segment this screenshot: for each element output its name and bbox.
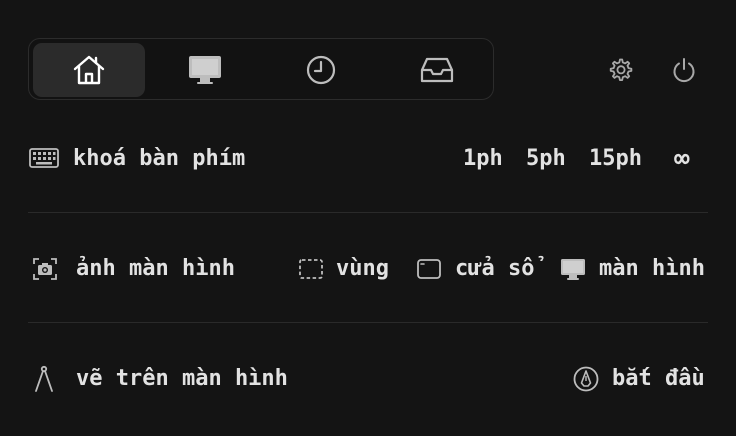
region-label: vùng [336,256,389,281]
camera-icon [32,256,58,282]
divider [28,212,708,213]
tab-bar [28,38,494,100]
lock-1min-option[interactable]: 1ph [463,148,503,170]
display-icon [561,259,585,280]
screenshot-display-option[interactable]: màn hình [560,256,705,282]
window-label: cửa sổ [455,256,535,281]
lock-15min-option[interactable]: 15ph [589,148,642,170]
tab-home[interactable] [33,43,145,97]
draw-label: vẽ trên màn hình [76,366,288,391]
divider [28,322,708,323]
clock-icon [306,55,336,85]
tab-inbox[interactable] [381,43,493,97]
home-icon [73,55,105,85]
keyboard-lock-label: khoá bàn phím [73,146,246,171]
power-button[interactable] [668,54,700,86]
tab-history[interactable] [265,43,377,97]
draw-start-button[interactable]: bắt đầu [573,365,705,393]
power-icon [673,58,695,83]
screenshot-label: ảnh màn hình [76,256,235,281]
inbox-icon [420,57,454,83]
monitor-icon [189,56,221,84]
draw-start-label: bắt đầu [612,366,705,391]
display-label: màn hình [599,256,705,281]
settings-button[interactable] [604,54,636,86]
screenshot-region-option[interactable]: vùng [298,256,389,282]
region-icon [299,259,323,279]
compass-icon [32,364,56,394]
lock-forever-option[interactable]: ∞ [674,146,690,172]
pen-circle-icon [573,366,599,392]
keyboard-icon [28,146,60,170]
window-icon [417,259,441,279]
lock-5min-option[interactable]: 5ph [526,148,566,170]
screenshot-window-option[interactable]: cửa sổ [416,256,534,282]
gear-icon [609,58,633,81]
tab-monitor[interactable] [149,43,261,97]
